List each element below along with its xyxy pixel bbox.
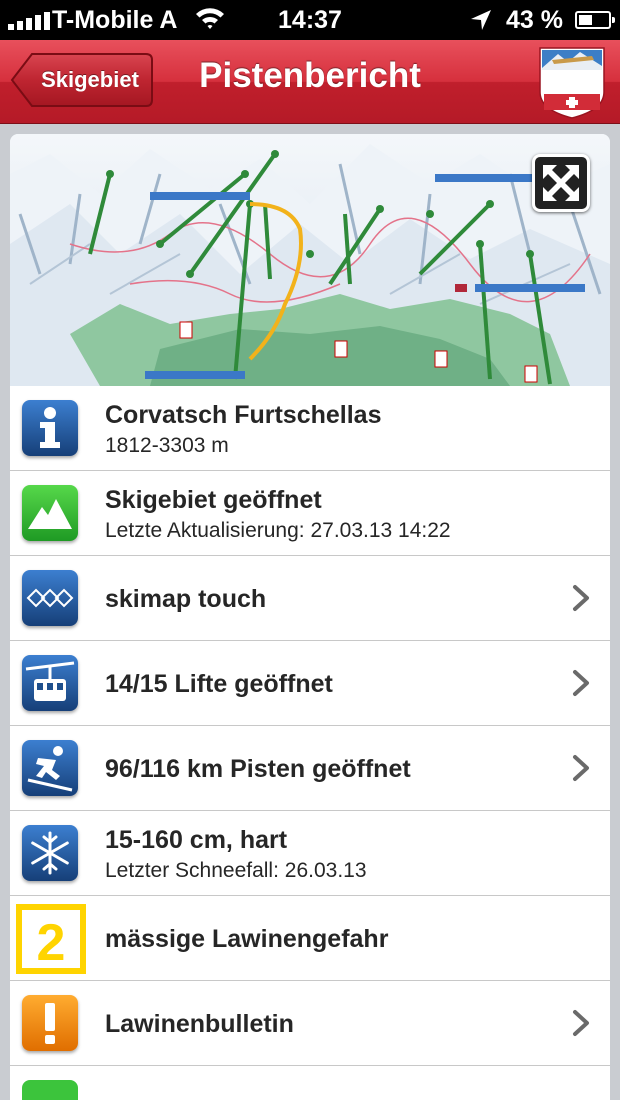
info-icon bbox=[22, 400, 78, 456]
list-item-skimap[interactable]: skimap touch bbox=[10, 556, 610, 641]
expand-map-button[interactable] bbox=[532, 154, 590, 212]
last-snowfall: Letzter Schneefall: 26.03.13 bbox=[105, 859, 367, 882]
resort-name: Corvatsch Furtschellas bbox=[105, 401, 382, 429]
back-button-label: Skigebiet bbox=[41, 67, 139, 92]
status-bar: T-Mobile A 14:37 43 % bbox=[0, 0, 620, 40]
bulletin-label: Lawinenbulletin bbox=[105, 1010, 294, 1038]
battery-icon bbox=[575, 11, 615, 29]
ski-map-preview[interactable] bbox=[10, 134, 610, 386]
avalanche-label: mässige Lawinengefahr bbox=[105, 925, 389, 953]
mountain-icon bbox=[22, 485, 78, 541]
list-item-slopes[interactable]: 96/116 km Pisten geöffnet bbox=[10, 726, 610, 811]
list-item-resort: Corvatsch Furtschellas 1812-3303 m bbox=[10, 386, 610, 471]
status-text: Skigebiet geöffnet bbox=[105, 486, 322, 514]
list-item-lifts[interactable]: 14/15 Lifte geöffnet bbox=[10, 641, 610, 726]
warning-icon bbox=[22, 995, 78, 1051]
slopes-label: 96/116 km Pisten geöffnet bbox=[105, 755, 411, 783]
last-update: Letzte Aktualisierung: 27.03.13 14:22 bbox=[105, 519, 451, 542]
chevron-right-icon bbox=[573, 755, 589, 781]
partial-green-icon bbox=[22, 1080, 78, 1100]
skimap-label: skimap touch bbox=[105, 585, 267, 613]
snow-depth: 15-160 cm, hart bbox=[105, 826, 288, 854]
battery-percentage: 43 % bbox=[506, 6, 563, 34]
lifts-label: 14/15 Lifte geöffnet bbox=[105, 670, 333, 698]
chevron-right-icon bbox=[573, 1010, 589, 1036]
expand-icon bbox=[543, 165, 579, 201]
content-area: Corvatsch Furtschellas 1812-3303 m Skige… bbox=[0, 124, 620, 1100]
resort-altitude: 1812-3303 m bbox=[105, 434, 229, 457]
page-title: Pistenbericht bbox=[199, 56, 421, 95]
list-item-bulletin[interactable]: Lawinenbulletin bbox=[10, 981, 610, 1066]
chevron-right-icon bbox=[573, 670, 589, 696]
skier-icon bbox=[22, 740, 78, 796]
map-icon bbox=[22, 570, 78, 626]
nav-bar: Skigebiet Pistenbericht bbox=[0, 40, 620, 124]
list-item-status: Skigebiet geöffnet Letzte Aktualisierung… bbox=[10, 471, 610, 556]
list-item-partial bbox=[10, 1066, 610, 1100]
avalanche-level-icon: 2 bbox=[16, 904, 86, 974]
location-arrow-icon bbox=[469, 8, 493, 39]
corvatsch-logo bbox=[534, 44, 610, 120]
snowflake-icon bbox=[22, 825, 78, 881]
report-list: Corvatsch Furtschellas 1812-3303 m Skige… bbox=[10, 386, 610, 1100]
list-item-snow: 15-160 cm, hart Letzter Schneefall: 26.0… bbox=[10, 811, 610, 896]
svg-text:2: 2 bbox=[37, 914, 66, 972]
gondola-icon bbox=[22, 655, 78, 711]
back-button[interactable]: Skigebiet bbox=[10, 52, 154, 108]
list-item-avalanche: 2 mässige Lawinengefahr bbox=[10, 896, 610, 981]
chevron-right-icon bbox=[573, 585, 589, 611]
